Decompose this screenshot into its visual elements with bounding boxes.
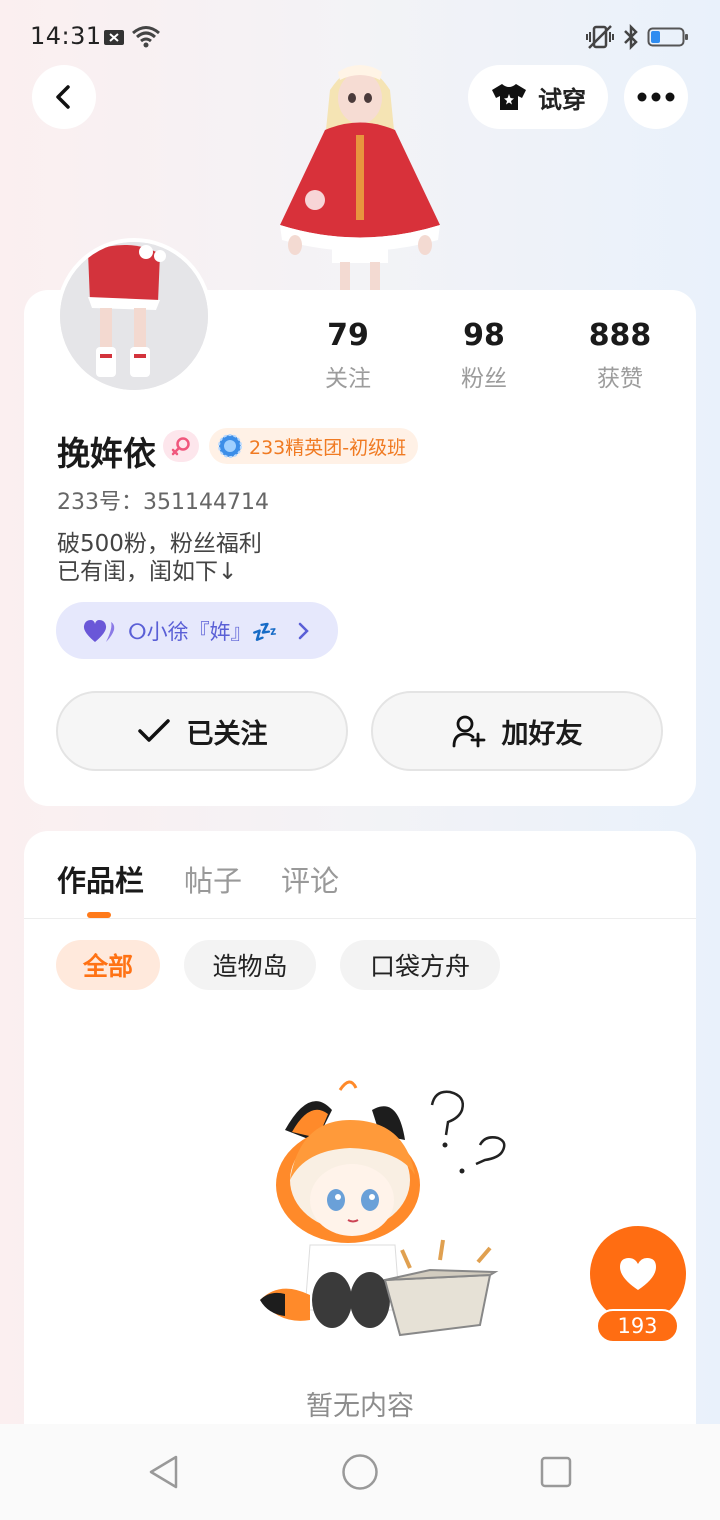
level-medal-icon <box>218 434 242 458</box>
filter-all[interactable]: 全部 <box>56 940 160 990</box>
try-on-button[interactable]: 试穿 <box>468 65 608 129</box>
back-button[interactable] <box>32 65 96 129</box>
female-icon <box>171 437 190 456</box>
add-user-icon <box>452 715 485 748</box>
character-figure-image[interactable] <box>270 50 450 290</box>
wifi-icon <box>132 26 160 48</box>
stat-likes[interactable]: 888 获赞 <box>560 318 680 393</box>
fans-label: 粉丝 <box>461 366 507 392</box>
avatar[interactable] <box>56 238 212 394</box>
empty-state-illustration <box>260 1080 506 1337</box>
tab-works[interactable]: 作品栏 <box>57 858 144 900</box>
likes-label: 获赞 <box>597 366 643 392</box>
like-count: 193 <box>596 1309 679 1343</box>
nav-back-icon[interactable] <box>146 1454 182 1490</box>
nav-recents-icon[interactable] <box>539 1455 573 1489</box>
system-nav-bar <box>0 1424 720 1520</box>
level-badge-label: 233精英团-初级班 <box>249 436 407 459</box>
tab-comments[interactable]: 评论 <box>281 858 339 900</box>
heart-icon <box>620 1258 656 1290</box>
following-count: 79 <box>327 318 369 353</box>
user-id[interactable]: 233号：351144714 <box>57 484 269 516</box>
shirt-icon <box>492 84 526 110</box>
add-friend-button-label: 加好友 <box>501 718 583 750</box>
follow-button[interactable]: 已关注 <box>56 691 348 771</box>
level-badge[interactable]: 233精英团-初级班 <box>209 428 419 464</box>
cp-name: ⵔ小徐『姩』💤 <box>128 619 278 644</box>
more-button[interactable] <box>624 65 688 129</box>
filter-creation-island[interactable]: 造物岛 <box>184 940 316 990</box>
avatar-image <box>60 242 208 390</box>
filter-pocket-ark[interactable]: 口袋方舟 <box>340 940 500 990</box>
cp-relation-pill[interactable]: ⵔ小徐『姩』💤 <box>56 602 338 659</box>
add-friend-button[interactable]: 加好友 <box>371 691 663 771</box>
bio-line-2: 已有闺，闺如下↓ <box>57 559 238 585</box>
chevron-right-icon <box>298 622 309 639</box>
nav-home-icon[interactable] <box>341 1453 379 1491</box>
empty-state-text: 暂无内容 <box>306 1391 414 1422</box>
double-heart-icon <box>83 619 115 642</box>
bio-line-1: 破500粉，粉丝福利 <box>57 531 262 557</box>
likes-count: 888 <box>588 318 652 353</box>
more-icon <box>637 92 675 102</box>
stat-following[interactable]: 79 关注 <box>288 318 408 393</box>
status-time: 14:31 <box>30 22 102 50</box>
vibrate-icon <box>586 25 614 49</box>
bluetooth-icon <box>624 24 638 50</box>
following-label: 关注 <box>325 366 371 392</box>
stat-fans[interactable]: 98 粉丝 <box>424 318 544 393</box>
try-on-label: 试穿 <box>538 85 586 114</box>
check-icon <box>137 719 170 742</box>
bio: 破500粉，粉丝福利 已有闺，闺如下↓ <box>57 530 262 586</box>
notification-x-icon <box>104 30 124 45</box>
fans-count: 98 <box>463 318 505 353</box>
chevron-left-icon <box>56 85 70 109</box>
battery-icon <box>647 27 688 47</box>
tab-divider <box>24 918 696 919</box>
gender-badge <box>163 430 199 462</box>
follow-button-label: 已关注 <box>186 718 268 750</box>
tab-posts[interactable]: 帖子 <box>184 858 242 900</box>
like-button[interactable] <box>590 1226 686 1322</box>
username: 挽姩依 <box>57 434 156 473</box>
